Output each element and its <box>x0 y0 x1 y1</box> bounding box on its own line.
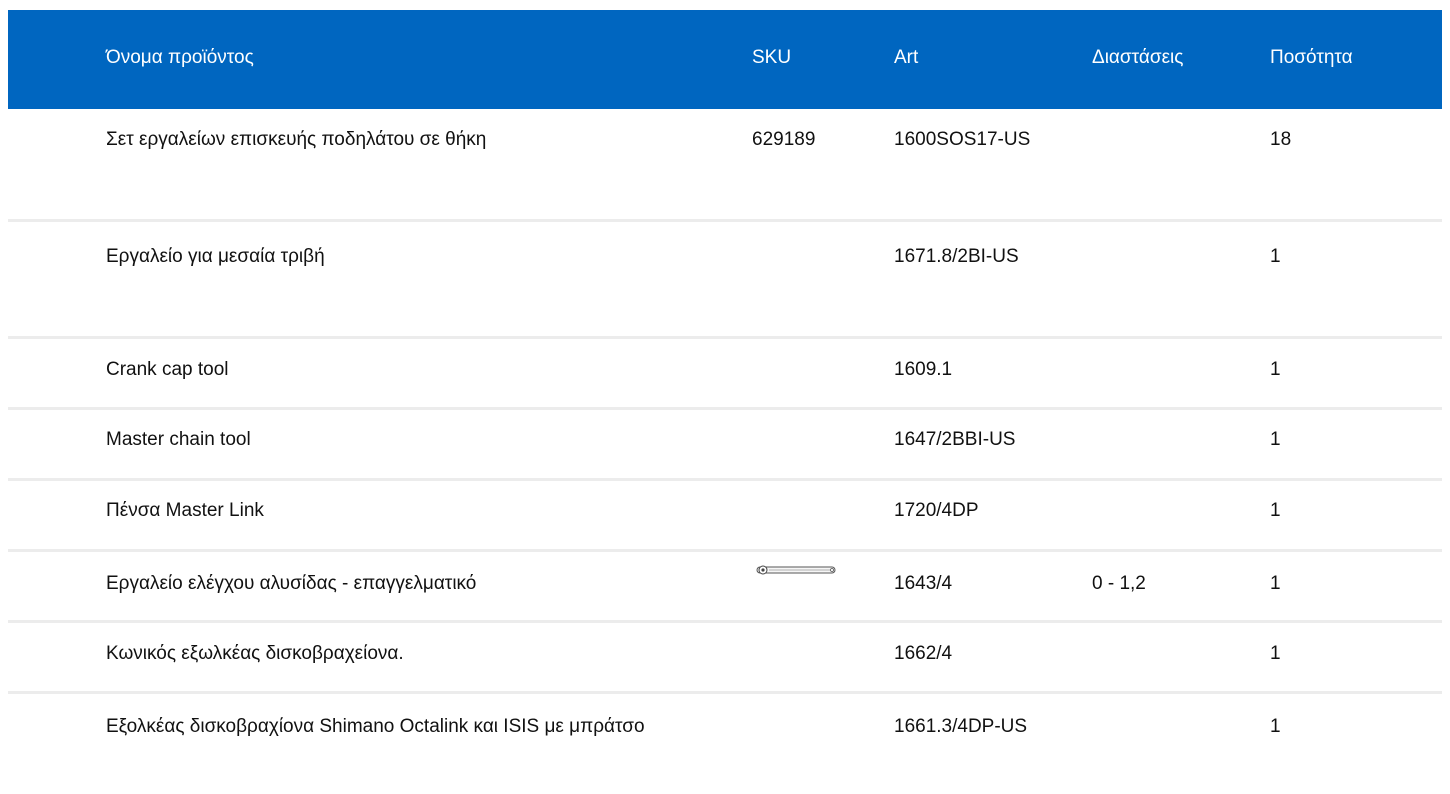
art-text: 1600SOS17-US <box>894 129 1031 150</box>
table-row: Εργαλείο ελέγχου αλυσίδας - επαγγελματικ… <box>8 552 1442 623</box>
art-text: 1671.8/2BI-US <box>894 246 1019 267</box>
dimensions-cell: 0 - 1,2 <box>1092 573 1146 594</box>
product-name-cell: Crank cap tool <box>106 359 229 380</box>
art-cell: 1647/2BBI-US <box>894 429 1016 450</box>
header-dimensions[interactable]: Διαστάσεις <box>1092 46 1183 70</box>
quantity-cell: 18 <box>1270 129 1292 150</box>
art-cell: 1609.1 <box>894 359 953 380</box>
product-name-cell: Πένσα Master Link <box>106 500 264 521</box>
quantity-cell: 1 <box>1270 359 1281 380</box>
quantity-cell: 1 <box>1270 500 1281 521</box>
art-text: 1661.3/4DP-US <box>894 716 1028 737</box>
table-header: Όνομα προϊόντος SKU Art Διαστάσεις Ποσότ… <box>8 10 1442 109</box>
table-row: Εξολκέας δισκοβραχίονα Shimano Octalink … <box>8 694 1442 794</box>
table-row: Σετ εργαλείων επισκευής ποδηλάτου σε θήκ… <box>8 109 1442 222</box>
art-cell: 1720/4DP <box>894 500 979 521</box>
art-cell: 1662/4 <box>894 643 953 664</box>
product-name-cell: Master chain tool <box>106 429 251 450</box>
quantity-cell: 1 <box>1270 643 1281 664</box>
product-name-cell: Εργαλείο ελέγχου αλυσίδας - επαγγελματικ… <box>106 573 477 594</box>
header-sku[interactable]: SKU <box>752 46 791 70</box>
product-name-cell: Εξολκέας δισκοβραχίονα Shimano Octalink … <box>106 716 645 737</box>
art-cell: 1600SOS17-US <box>894 123 1044 157</box>
quantity-cell: 1 <box>1270 573 1281 594</box>
header-quantity[interactable]: Ποσότητα <box>1270 46 1353 70</box>
table-row: Crank cap tool 1609.1 1 <box>8 339 1442 410</box>
art-cell: 1643/4 <box>894 573 953 594</box>
product-name-cell: Σετ εργαλείων επισκευής ποδηλάτου σε θήκ… <box>106 129 487 150</box>
header-product-name[interactable]: Όνομα προϊόντος <box>106 46 746 70</box>
chain-checker-tool-image <box>756 565 836 575</box>
quantity-cell: 1 <box>1270 429 1281 450</box>
quantity-cell: 1 <box>1270 716 1281 737</box>
header-art[interactable]: Art <box>894 46 1054 70</box>
quantity-cell: 1 <box>1270 246 1281 267</box>
product-table: Όνομα προϊόντος SKU Art Διαστάσεις Ποσότ… <box>8 10 1442 794</box>
product-name-cell: Κωνικός εξωλκέας δισκοβραχείονα. <box>106 643 404 664</box>
art-cell: 1661.3/4DP-US <box>894 710 1044 744</box>
art-cell: 1671.8/2BI-US <box>894 240 1029 274</box>
sku-cell: 629189 <box>752 129 816 150</box>
table-row: Κωνικός εξωλκέας δισκοβραχείονα. 1662/4 … <box>8 623 1442 694</box>
table-row: Πένσα Master Link 1720/4DP 1 <box>8 481 1442 552</box>
table-row: Εργαλείο για μεσαία τριβή 1671.8/2BI-US … <box>8 222 1442 339</box>
product-name-cell: Εργαλείο για μεσαία τριβή <box>106 246 325 267</box>
table-row: Master chain tool 1647/2BBI-US 1 <box>8 410 1442 481</box>
